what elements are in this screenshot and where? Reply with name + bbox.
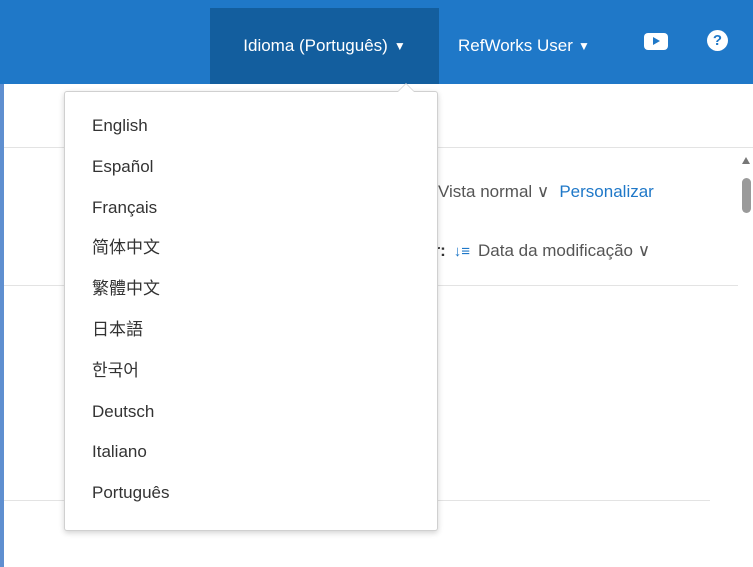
personalize-link[interactable]: Personalizar [559, 182, 654, 202]
sort-icon[interactable]: ↓≡ [454, 243, 470, 260]
chevron-down-icon: ▼ [393, 39, 406, 53]
youtube-icon[interactable] [644, 33, 668, 50]
language-option-traditional-chinese[interactable]: 繁體中文 [65, 269, 437, 310]
language-option-portuguese[interactable]: Português [65, 473, 437, 514]
view-options: Vista normal ∨ Personalizar [438, 182, 654, 202]
chevron-down-icon: ▼ [577, 39, 590, 53]
language-option-italian[interactable]: Italiano [65, 432, 437, 473]
scroll-up-arrow-icon[interactable] [742, 157, 750, 164]
sort-select[interactable]: Data da modificação ∨ [478, 241, 650, 261]
language-option-korean[interactable]: 한국어 [65, 351, 437, 392]
vertical-scrollbar[interactable] [738, 150, 753, 567]
language-option-spanish[interactable]: Español [65, 147, 437, 188]
top-navigation-bar: Idioma (Português) ▼ RefWorks User ▼ ? [0, 0, 753, 84]
user-menu-label: RefWorks User [458, 36, 573, 55]
language-option-simplified-chinese[interactable]: 简体中文 [65, 228, 437, 269]
user-menu-button[interactable]: RefWorks User ▼ [458, 8, 590, 84]
language-option-french[interactable]: Français [65, 188, 437, 229]
language-option-japanese[interactable]: 日本語 [65, 310, 437, 351]
language-option-german[interactable]: Deutsch [65, 392, 437, 433]
scroll-thumb[interactable] [742, 178, 751, 213]
language-option-english[interactable]: English [65, 106, 437, 147]
language-button-label: Idioma (Português) [243, 36, 388, 55]
left-edge-border [0, 0, 4, 567]
help-icon[interactable]: ? [707, 30, 728, 51]
sort-options: ar: ↓≡ Data da modificação ∨ [424, 241, 650, 261]
language-button[interactable]: Idioma (Português) ▼ [210, 8, 439, 84]
language-dropdown: English Español Français 简体中文 繁體中文 日本語 한… [64, 83, 438, 531]
view-select[interactable]: Vista normal ∨ [438, 182, 549, 202]
